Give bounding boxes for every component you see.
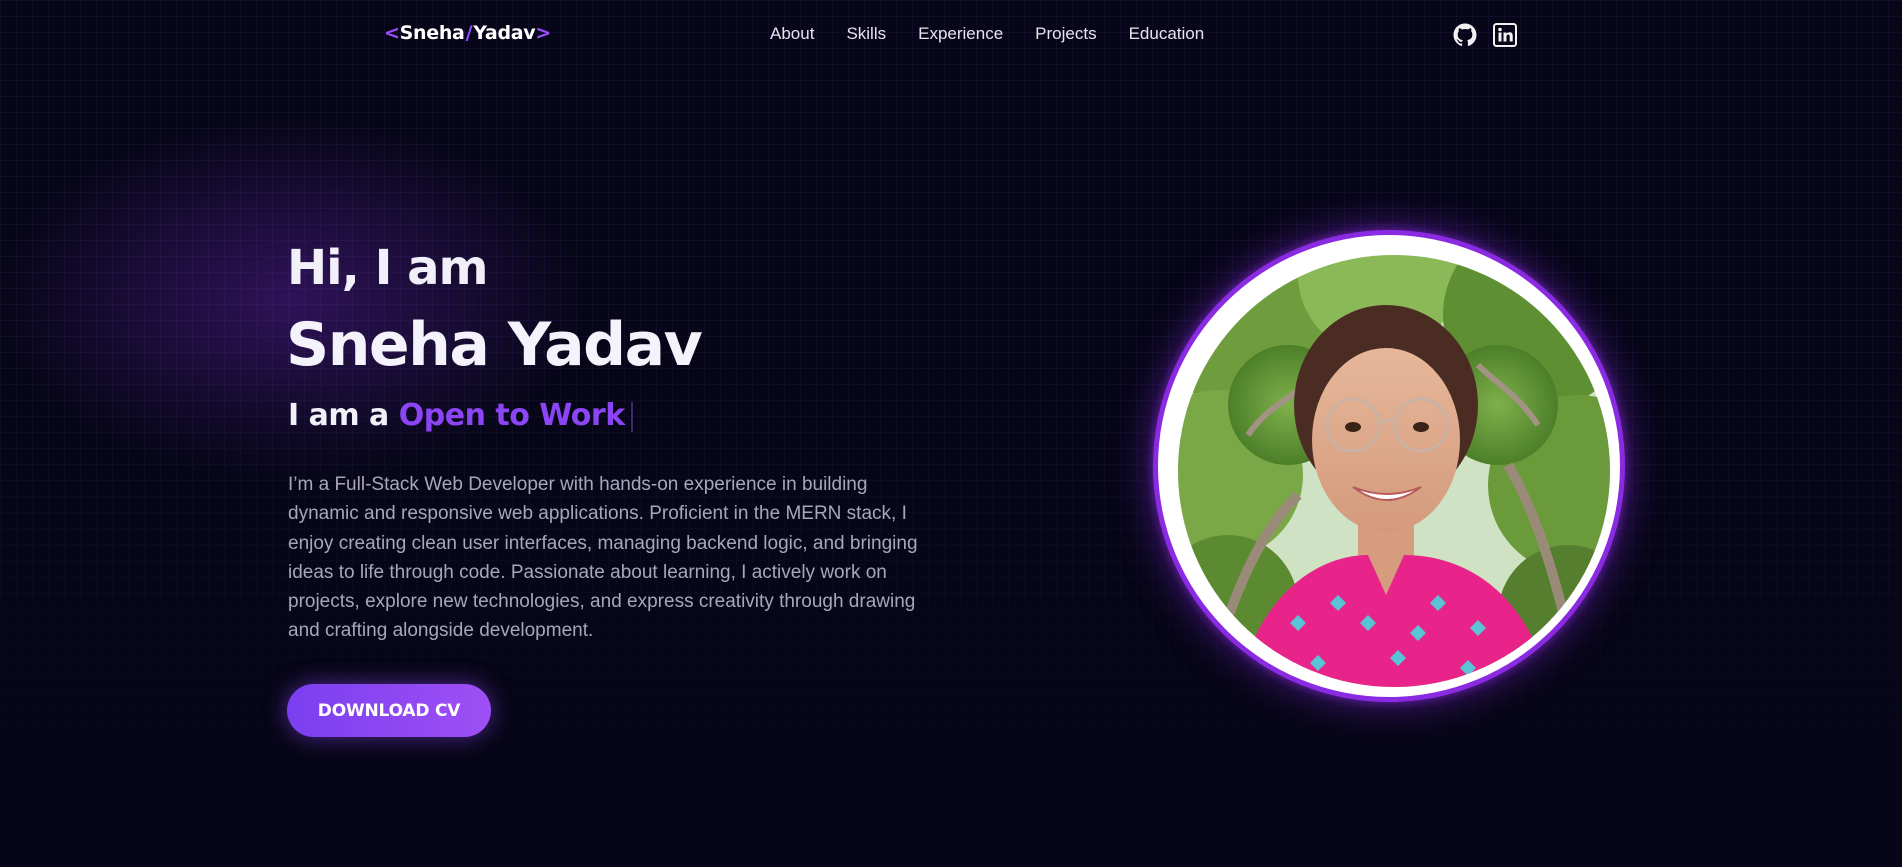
hero-role-line: I am a Open to Work	[288, 398, 633, 433]
profile-photo-frame	[1153, 230, 1625, 702]
typing-cursor	[630, 401, 633, 432]
hero-greeting: Hi, I am	[287, 240, 489, 296]
download-cv-button[interactable]: DOWNLOAD CV	[287, 684, 491, 737]
role-typed-text: Open to Work	[398, 398, 625, 433]
hero-name: Sneha Yadav	[286, 310, 703, 380]
page: <Sneha/Yadav> About Skills Experience Pr…	[0, 0, 1902, 867]
profile-photo	[1178, 255, 1610, 687]
hero-section: Hi, I am Sneha Yadav I am a Open to Work…	[0, 0, 1902, 867]
profile-photo-border	[1158, 235, 1620, 697]
role-prefix: I am a	[288, 398, 389, 433]
hero-bio: I’m a Full-Stack Web Developer with hand…	[288, 474, 918, 642]
